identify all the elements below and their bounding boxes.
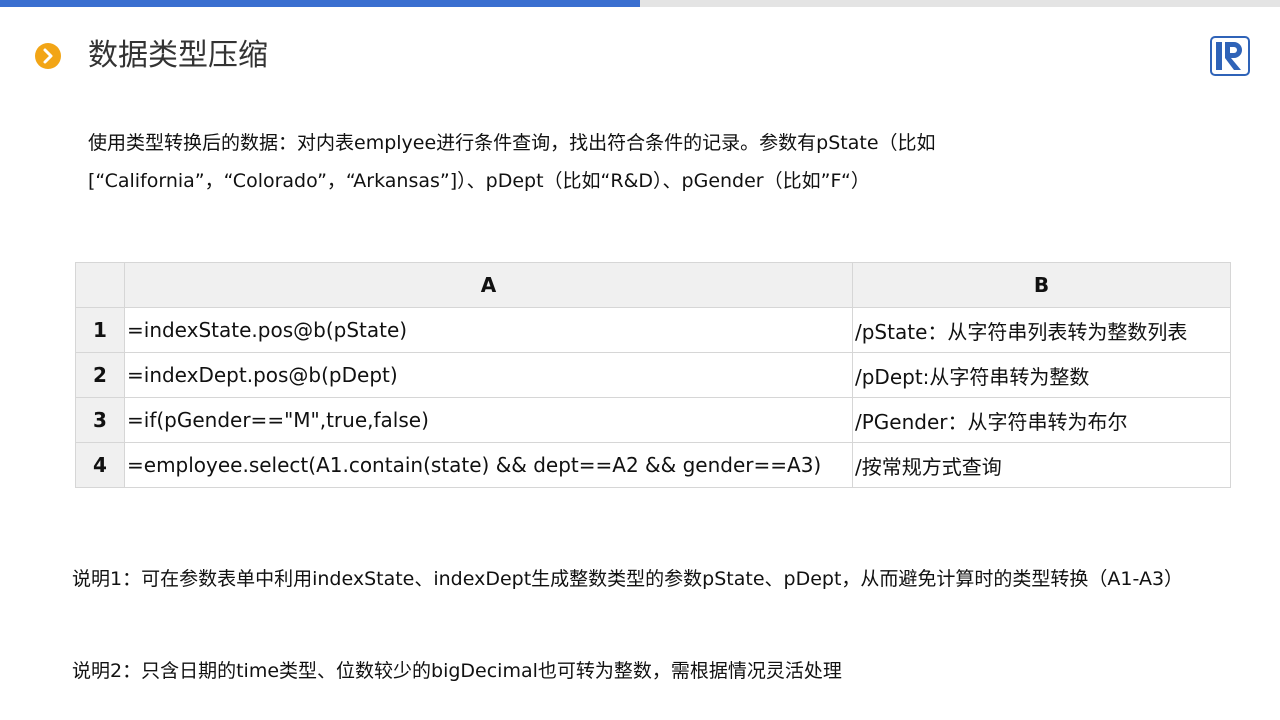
- page-title: 数据类型压缩: [88, 38, 268, 73]
- table-row: 1 =indexState.pos@b(pState) /pState：从字符串…: [75, 307, 1231, 353]
- intro-line-1: 使用类型转换后的数据：对内表emplyee进行条件查询，找出符合条件的记录。参数…: [88, 132, 936, 154]
- intro-line-2: [“California”，“Colorado”，“Arkansas”]）、pD…: [88, 170, 870, 192]
- intro-text: 使用类型转换后的数据：对内表emplyee进行条件查询，找出符合条件的记录。参数…: [88, 124, 1088, 200]
- column-header-a[interactable]: A: [124, 262, 853, 308]
- grid-header-row: A B: [75, 262, 1231, 308]
- row-header-1[interactable]: 1: [75, 307, 125, 353]
- row-header-3[interactable]: 3: [75, 397, 125, 443]
- cell-a3[interactable]: =if(pGender=="M",true,false): [124, 397, 853, 443]
- chevron-right-icon: [35, 43, 61, 69]
- row-header-2[interactable]: 2: [75, 352, 125, 398]
- top-accent-bar: [0, 0, 640, 7]
- column-header-b[interactable]: B: [852, 262, 1231, 308]
- cell-b2[interactable]: /pDept:从字符串转为整数: [852, 352, 1231, 398]
- row-header-4[interactable]: 4: [75, 442, 125, 488]
- code-grid: A B 1 =indexState.pos@b(pState) /pState：…: [75, 262, 1231, 488]
- note-2: 说明2：只含日期的time类型、位数较少的bigDecimal也可转为整数，需根…: [72, 660, 842, 682]
- cell-b1[interactable]: /pState：从字符串列表转为整数列表: [852, 307, 1231, 353]
- table-row: 2 =indexDept.pos@b(pDept) /pDept:从字符串转为整…: [75, 352, 1231, 398]
- cell-a1[interactable]: =indexState.pos@b(pState): [124, 307, 853, 353]
- note-1: 说明1：可在参数表单中利用indexState、indexDept生成整数类型的…: [72, 568, 1184, 590]
- raqsoft-logo-icon: [1210, 36, 1250, 76]
- table-row: 4 =employee.select(A1.contain(state) && …: [75, 442, 1231, 488]
- cell-b4[interactable]: /按常规方式查询: [852, 442, 1231, 488]
- table-row: 3 =if(pGender=="M",true,false) /PGender：…: [75, 397, 1231, 443]
- grid-corner-cell[interactable]: [75, 262, 125, 308]
- cell-a4[interactable]: =employee.select(A1.contain(state) && de…: [124, 442, 853, 488]
- cell-b3[interactable]: /PGender：从字符串转为布尔: [852, 397, 1231, 443]
- cell-a2[interactable]: =indexDept.pos@b(pDept): [124, 352, 853, 398]
- top-gray-bar: [640, 0, 1280, 7]
